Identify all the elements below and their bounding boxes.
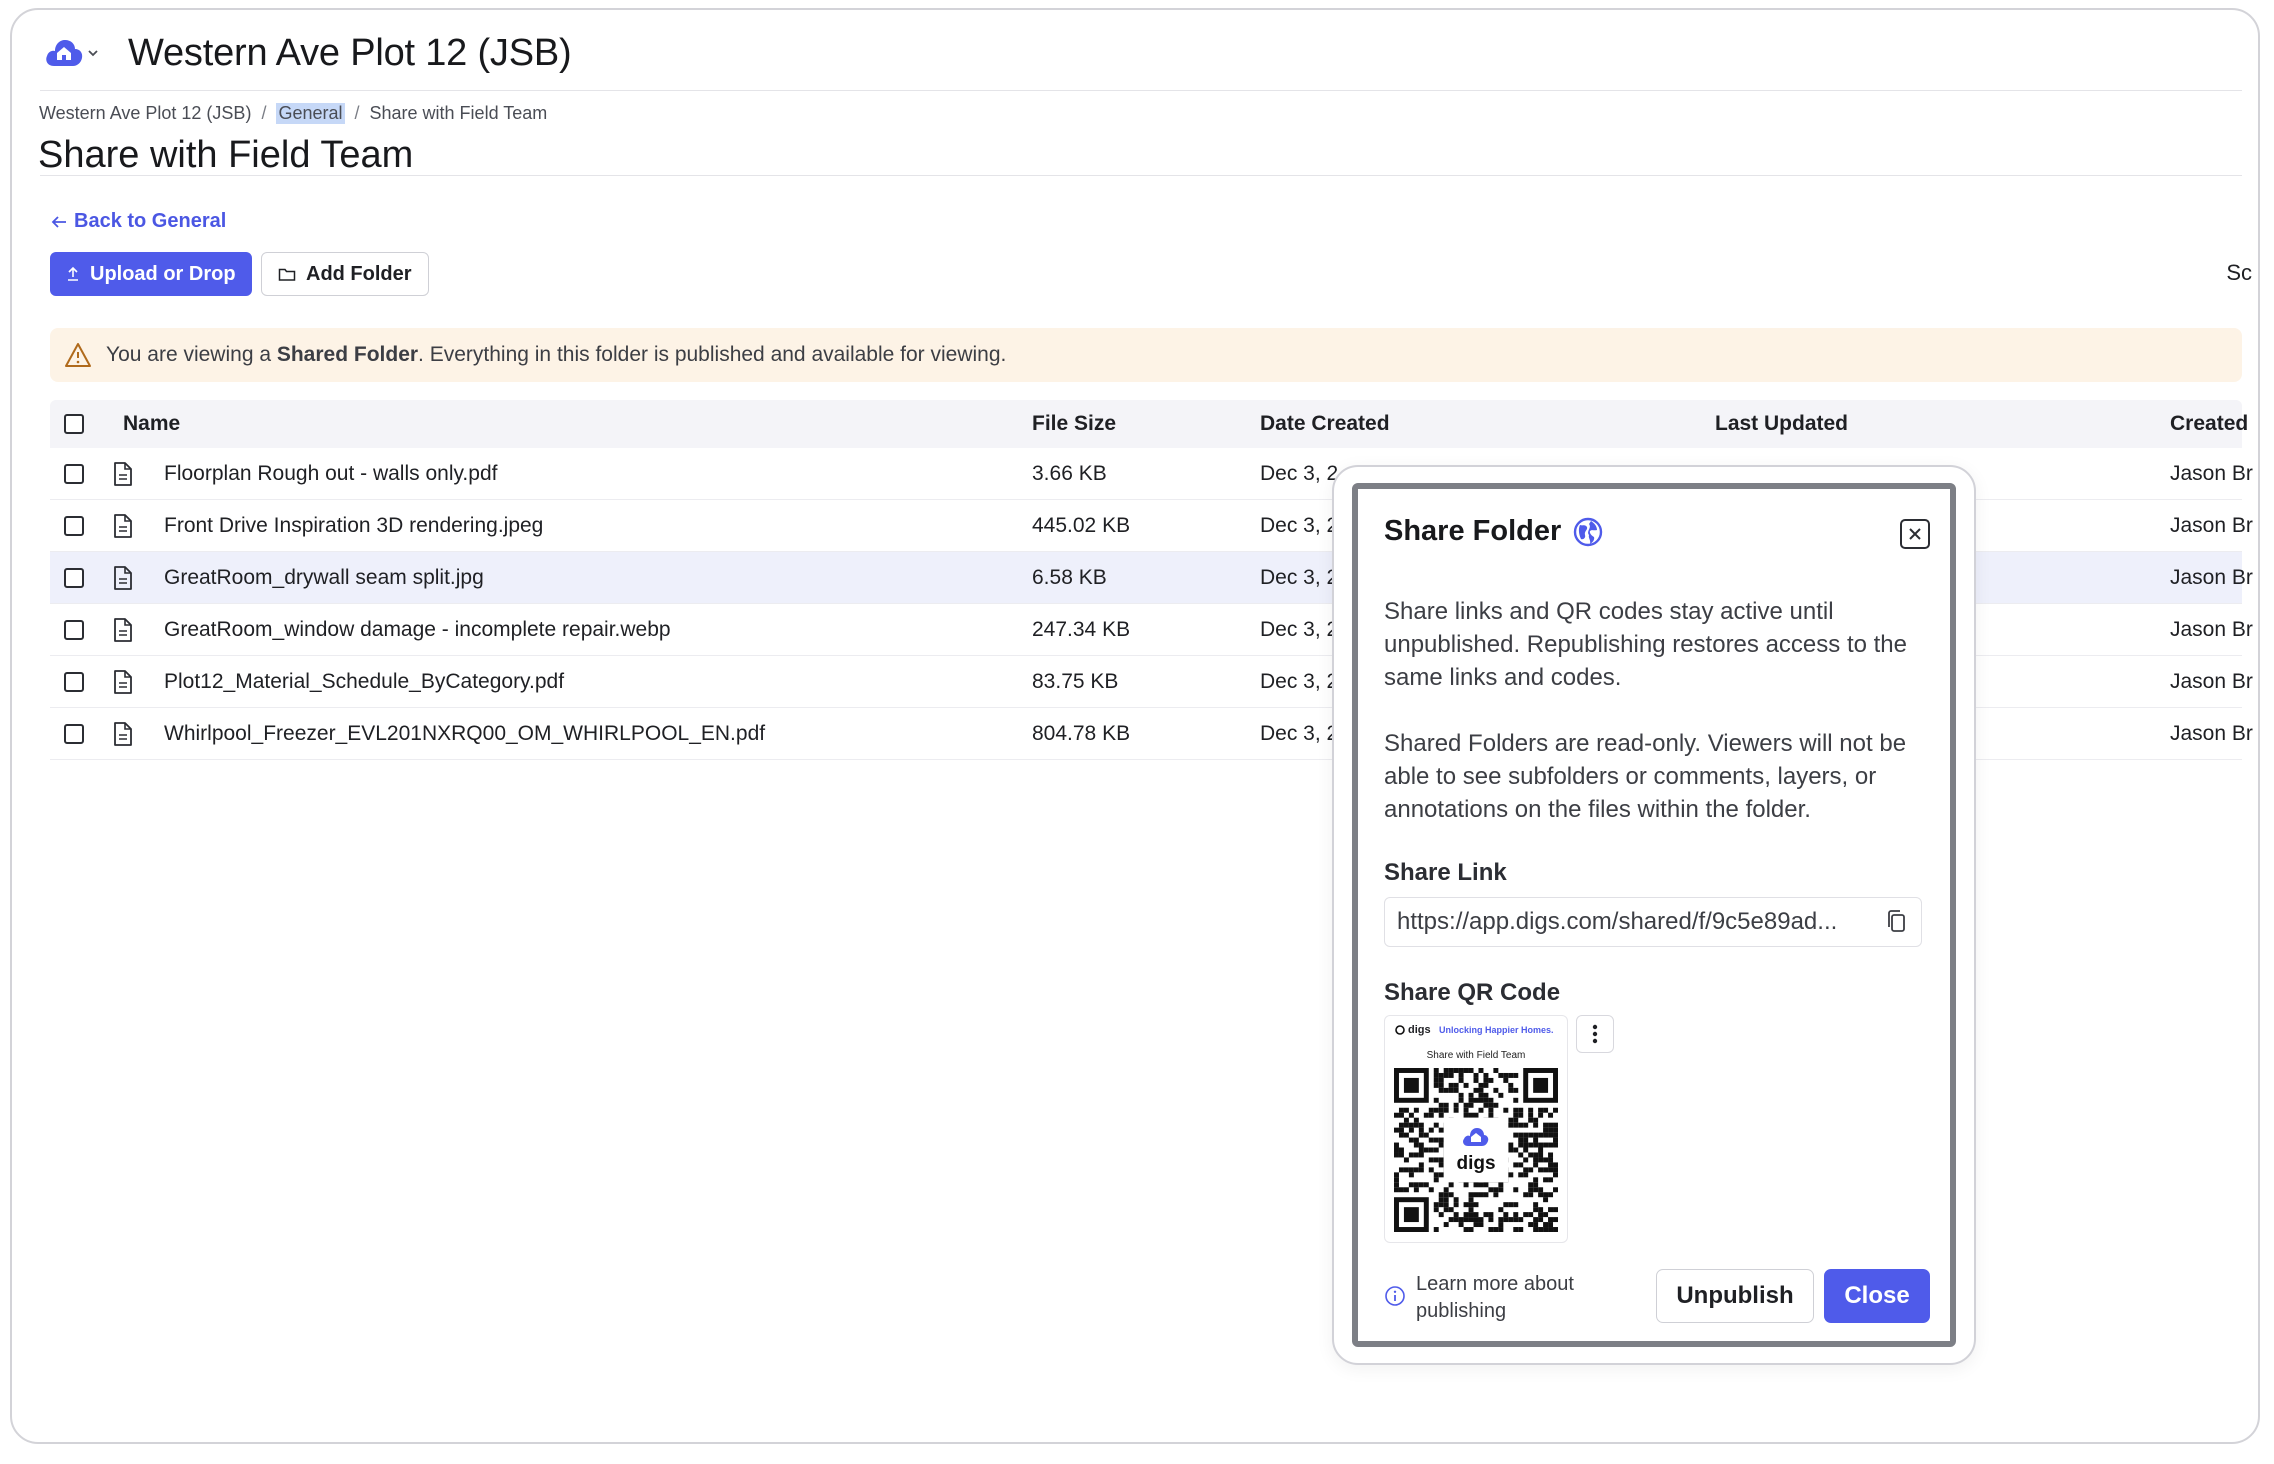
column-last-updated[interactable]: Last Updated: [1715, 412, 1848, 436]
table-header: Name File Size Date Created Last Updated…: [50, 400, 2248, 448]
row-checkbox[interactable]: [64, 671, 84, 692]
dialog-description-readonly: Shared Folders are read-only. Viewers wi…: [1384, 730, 1907, 823]
share-folder-dialog: Share Folder Share links and QR codes st…: [1332, 465, 1976, 1365]
add-folder-button-label: Add Folder: [306, 262, 412, 285]
row-checkbox[interactable]: [64, 619, 84, 640]
file-name[interactable]: Floorplan Rough out - walls only.pdf: [164, 462, 497, 486]
unpublish-button[interactable]: Unpublish: [1656, 1269, 1814, 1323]
row-checkbox[interactable]: [64, 515, 84, 536]
file-name[interactable]: Whirlpool_Freezer_EVL201NXRQ00_OM_WHIRLP…: [164, 722, 765, 746]
qr-tagline: Unlocking Happier Homes.: [1439, 1025, 1554, 1035]
row-checkbox[interactable]: [64, 463, 84, 484]
page-title: Share with Field Team: [38, 134, 414, 176]
date-created: Dec 3, 2: [1260, 721, 1339, 745]
date-created: Dec 3, 2: [1260, 617, 1339, 641]
file-name[interactable]: GreatRoom_drywall seam split.jpg: [164, 566, 484, 590]
qr-brand: digs: [1395, 1024, 1431, 1036]
file-icon: [114, 669, 132, 694]
breadcrumb-item-current: Share with Field Team: [369, 103, 548, 123]
upload-icon: [68, 266, 78, 281]
search-partial[interactable]: Sc: [2226, 260, 2252, 286]
file-icon: [114, 721, 132, 746]
close-icon: [1909, 528, 1921, 540]
share-link-label: Share Link: [1384, 859, 1507, 886]
breadcrumb-separator: /: [354, 103, 360, 123]
created-by: Jason Br: [2170, 669, 2253, 693]
upload-button[interactable]: Upload or Drop: [50, 252, 252, 296]
column-name[interactable]: Name: [123, 412, 180, 436]
row-checkbox[interactable]: [64, 723, 84, 744]
globe-icon: [1574, 517, 1603, 546]
file-icon: [114, 513, 132, 538]
file-icon: [114, 461, 132, 486]
column-date-created[interactable]: Date Created: [1260, 412, 1390, 436]
file-icon: [114, 617, 132, 642]
share-folder-panel: Share Folder Share links and QR codes st…: [1352, 483, 1956, 1347]
dialog-description-links: Share links and QR codes stay active unt…: [1384, 598, 1907, 691]
back-link[interactable]: Back to General: [50, 210, 226, 233]
folder-icon: [278, 268, 296, 281]
file-size: 3.66 KB: [1032, 461, 1107, 485]
header-divider: [40, 90, 2242, 91]
alert-text: You are viewing a Shared Folder. Everyth…: [106, 343, 1007, 366]
cloud-home-icon: [46, 40, 83, 66]
qr-folder-name: Share with Field Team: [1426, 1050, 1526, 1061]
column-created-by[interactable]: Created: [2170, 412, 2248, 436]
arrow-left-icon: [51, 215, 66, 228]
app-logo-menu[interactable]: [44, 36, 100, 70]
file-icon: [114, 565, 132, 590]
qr-options-button[interactable]: [1576, 1015, 1614, 1053]
breadcrumb-item-general[interactable]: General: [276, 103, 345, 124]
breadcrumb-item-project[interactable]: Western Ave Plot 12 (JSB): [39, 103, 251, 124]
column-file-size[interactable]: File Size: [1032, 412, 1116, 436]
breadcrumb: Western Ave Plot 12 (JSB) / General / Sh…: [39, 103, 547, 124]
digs-logo-icon: [1395, 1025, 1405, 1035]
created-by: Jason Br: [2170, 565, 2253, 589]
dialog-title: Share Folder: [1384, 515, 1603, 548]
close-button[interactable]: Close: [1824, 1269, 1930, 1323]
title-divider: [40, 175, 2242, 176]
created-by: Jason Br: [2170, 617, 2253, 641]
qr-code-card: digs Unlocking Happier Homes. Share with…: [1384, 1015, 1568, 1243]
qr-code: digs: [1394, 1068, 1558, 1232]
created-by: Jason Br: [2170, 721, 2253, 745]
file-size: 804.78 KB: [1032, 721, 1131, 745]
date-created: Dec 3, 2: [1260, 565, 1339, 589]
warning-icon: [65, 343, 91, 367]
file-name[interactable]: Plot12_Material_Schedule_ByCategory.pdf: [164, 670, 564, 694]
share-link-field[interactable]: https://app.digs.com/shared/f/9c5e89ad..…: [1384, 897, 1922, 947]
date-created: Dec 3, 2: [1260, 669, 1339, 693]
shared-folder-alert: You are viewing a Shared Folder. Everyth…: [50, 328, 2242, 382]
learn-more-link[interactable]: Learn more about publishing: [1384, 1271, 1591, 1325]
created-by: Jason Br: [2170, 513, 2253, 537]
row-checkbox[interactable]: [64, 567, 84, 588]
add-folder-button[interactable]: Add Folder: [261, 252, 429, 296]
file-size: 6.58 KB: [1032, 565, 1107, 589]
learn-more-label: Learn more about publishing: [1416, 1273, 1574, 1322]
chevron-down-icon: [88, 50, 98, 57]
share-link-value: https://app.digs.com/shared/f/9c5e89ad..…: [1397, 908, 1838, 935]
more-vertical-icon: [1592, 1024, 1598, 1044]
qr-center-brand: digs: [1456, 1153, 1495, 1174]
share-qr-label: Share QR Code: [1384, 979, 1561, 1006]
select-all-checkbox[interactable]: [64, 414, 84, 434]
file-size: 247.34 KB: [1032, 617, 1131, 641]
app-window: Western Ave Plot 12 (JSB) Western Ave Pl…: [10, 8, 2260, 1444]
file-size: 83.75 KB: [1032, 669, 1119, 693]
date-created: Dec 3, 2: [1260, 461, 1339, 485]
info-icon: [1385, 1286, 1405, 1306]
file-name[interactable]: GreatRoom_window damage - incomplete rep…: [164, 618, 671, 642]
back-link-label: Back to General: [74, 210, 227, 232]
upload-button-label: Upload or Drop: [90, 262, 236, 285]
created-by: Jason Br: [2170, 461, 2253, 485]
file-name[interactable]: Front Drive Inspiration 3D rendering.jpe…: [164, 514, 543, 538]
breadcrumb-separator: /: [261, 103, 267, 123]
file-size: 445.02 KB: [1032, 513, 1131, 537]
date-created: Dec 3, 2: [1260, 513, 1339, 537]
dialog-close-button[interactable]: [1900, 519, 1930, 549]
copy-icon[interactable]: [1885, 909, 1909, 935]
app-title: Western Ave Plot 12 (JSB): [128, 32, 572, 74]
